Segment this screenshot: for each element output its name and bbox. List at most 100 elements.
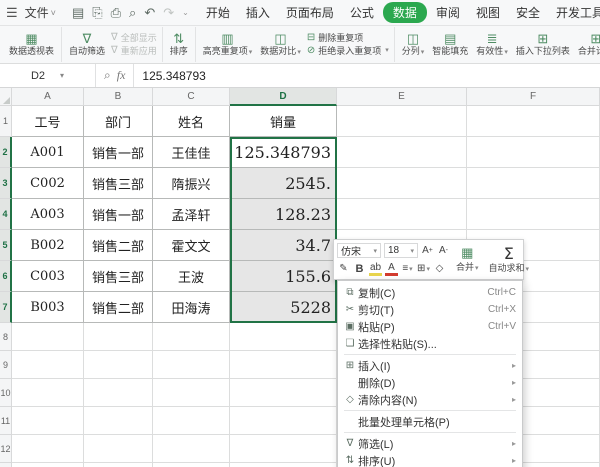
customize-caret-icon[interactable]: ⌄ bbox=[182, 8, 189, 17]
menu-item-清除内容[interactable]: ◇清除内容(N)▸ bbox=[338, 391, 522, 408]
row-header-1[interactable]: 1 bbox=[0, 106, 12, 137]
cell-D3[interactable]: 2545. bbox=[230, 168, 337, 199]
tab-数据[interactable]: 数据 bbox=[383, 2, 427, 23]
cell-D9[interactable] bbox=[230, 351, 337, 379]
cell-F1[interactable] bbox=[467, 106, 600, 137]
formula-input[interactable]: 125.348793 bbox=[134, 64, 600, 87]
cell-D2[interactable]: 125.348793 bbox=[230, 137, 337, 168]
menu-item-删除[interactable]: 删除(D)▸ bbox=[338, 374, 522, 391]
menu-item-排序[interactable]: ⇅排序(U)▸ bbox=[338, 452, 522, 467]
cell-E4[interactable] bbox=[337, 199, 467, 230]
select-all-corner[interactable] bbox=[0, 88, 12, 106]
cell-A4[interactable]: A003 bbox=[12, 199, 84, 230]
row-header-13[interactable]: 13 bbox=[0, 463, 12, 467]
menu-item-选择性粘贴[interactable]: ❏选择性粘贴(S)... bbox=[338, 335, 522, 352]
cell-A9[interactable] bbox=[12, 351, 84, 379]
row-header-12[interactable]: 12 bbox=[0, 435, 12, 463]
row-header-2[interactable]: 2 bbox=[0, 137, 12, 168]
hamburger-icon[interactable]: ☰ bbox=[6, 5, 18, 21]
increase-font-button[interactable]: A+ bbox=[421, 243, 434, 258]
undo-icon[interactable]: ↶ bbox=[144, 5, 155, 21]
data-compare-button[interactable]: ◫数据对比▾ bbox=[256, 27, 305, 62]
cell-C7[interactable]: 田海涛 bbox=[153, 292, 230, 323]
sort-button[interactable]: ⇅排序 bbox=[166, 27, 192, 62]
cell-B2[interactable]: 销售一部 bbox=[84, 137, 153, 168]
cell-B13[interactable] bbox=[84, 463, 153, 467]
cell-B6[interactable]: 销售三部 bbox=[84, 261, 153, 292]
cell-D11[interactable] bbox=[230, 407, 337, 435]
column-header-C[interactable]: C bbox=[153, 88, 230, 106]
bold-button[interactable]: B bbox=[353, 261, 366, 276]
cell-C8[interactable] bbox=[153, 323, 230, 351]
file-menu[interactable]: 文件 ˅ bbox=[21, 2, 60, 23]
column-header-D[interactable]: D bbox=[230, 88, 337, 106]
reject-duplicates-button[interactable]: ⊘拒绝录入重复项▾ bbox=[307, 45, 389, 57]
cell-D7[interactable]: 5228 bbox=[230, 292, 337, 323]
cell-B11[interactable] bbox=[84, 407, 153, 435]
smart-fill-button[interactable]: ▤智能填充 bbox=[428, 27, 472, 62]
cell-C5[interactable]: 霍文文 bbox=[153, 230, 230, 261]
save-icon[interactable]: ▤ bbox=[72, 5, 84, 21]
menu-item-复制[interactable]: ⧉复制(C)Ctrl+C bbox=[338, 284, 522, 301]
cell-B12[interactable] bbox=[84, 435, 153, 463]
cell-C9[interactable] bbox=[153, 351, 230, 379]
cell-A1[interactable]: 工号 bbox=[12, 106, 84, 137]
cell-A11[interactable] bbox=[12, 407, 84, 435]
tab-公式[interactable]: 公式 bbox=[343, 1, 381, 24]
cell-D1[interactable]: 销量 bbox=[230, 106, 337, 137]
row-header-4[interactable]: 4 bbox=[0, 199, 12, 230]
column-header-A[interactable]: A bbox=[12, 88, 84, 106]
cell-A12[interactable] bbox=[12, 435, 84, 463]
cell-A3[interactable]: C002 bbox=[12, 168, 84, 199]
tab-安全[interactable]: 安全 bbox=[509, 1, 547, 24]
cell-B10[interactable] bbox=[84, 379, 153, 407]
row-header-9[interactable]: 9 bbox=[0, 351, 12, 379]
highlight-color-button[interactable]: ab bbox=[369, 261, 382, 276]
cell-D6[interactable]: 155.6 bbox=[230, 261, 337, 292]
magnifier-icon[interactable]: ⌕ bbox=[104, 68, 111, 83]
cell-F2[interactable] bbox=[467, 137, 600, 168]
menu-item-插入[interactable]: ⊞插入(I)▸ bbox=[338, 357, 522, 374]
validation-button[interactable]: ≣有效性▾ bbox=[472, 27, 512, 62]
cell-C6[interactable]: 王波 bbox=[153, 261, 230, 292]
cell-C2[interactable]: 王佳佳 bbox=[153, 137, 230, 168]
cell-D5[interactable]: 34.7 bbox=[230, 230, 337, 261]
cell-E3[interactable] bbox=[337, 168, 467, 199]
cell-C1[interactable]: 姓名 bbox=[153, 106, 230, 137]
row-header-3[interactable]: 3 bbox=[0, 168, 12, 199]
row-header-7[interactable]: 7 bbox=[0, 292, 12, 323]
cell-C13[interactable] bbox=[153, 463, 230, 467]
cell-D4[interactable]: 128.23 bbox=[230, 199, 337, 230]
highlight-duplicates-button[interactable]: ▥高亮重复项▾ bbox=[199, 27, 257, 62]
borders-button[interactable]: ⊞▾ bbox=[417, 261, 430, 276]
print-preview-icon[interactable]: ⌕ bbox=[129, 5, 136, 21]
tab-插入[interactable]: 插入 bbox=[239, 1, 277, 24]
cell-A13[interactable] bbox=[12, 463, 84, 467]
name-box[interactable]: D2 ▾ bbox=[0, 64, 96, 87]
format-painter-icon[interactable]: ✎ bbox=[337, 261, 350, 276]
row-header-8[interactable]: 8 bbox=[0, 323, 12, 351]
dropdown-list-button[interactable]: ⊞插入下拉列表 bbox=[512, 27, 574, 62]
cell-B8[interactable] bbox=[84, 323, 153, 351]
export-icon[interactable]: ⎘ bbox=[92, 5, 102, 21]
cell-B4[interactable]: 销售一部 bbox=[84, 199, 153, 230]
font-size-select[interactable]: 18 ▾ bbox=[384, 243, 418, 258]
cell-C12[interactable] bbox=[153, 435, 230, 463]
cell-C4[interactable]: 孟泽轩 bbox=[153, 199, 230, 230]
cell-B3[interactable]: 销售三部 bbox=[84, 168, 153, 199]
column-header-F[interactable]: F bbox=[467, 88, 600, 106]
row-header-11[interactable]: 11 bbox=[0, 407, 12, 435]
menu-item-批量处理单元格[interactable]: 批量处理单元格(P) bbox=[338, 413, 522, 430]
tab-开发工具[interactable]: 开发工具 bbox=[549, 1, 600, 24]
cell-A6[interactable]: C003 bbox=[12, 261, 84, 292]
cell-D8[interactable] bbox=[230, 323, 337, 351]
fx-icon[interactable]: fx bbox=[117, 68, 126, 83]
cell-A5[interactable]: B002 bbox=[12, 230, 84, 261]
row-header-5[interactable]: 5 bbox=[0, 230, 12, 261]
cell-E2[interactable] bbox=[337, 137, 467, 168]
menu-item-筛选[interactable]: ∇筛选(L)▸ bbox=[338, 435, 522, 452]
merge-cells-button[interactable]: ▦ 合并▾ bbox=[452, 242, 483, 277]
text-to-columns-button[interactable]: ◫分列▾ bbox=[398, 27, 429, 62]
cell-C3[interactable]: 隋振兴 bbox=[153, 168, 230, 199]
remove-duplicates-button[interactable]: ⊟删除重复项 bbox=[307, 32, 389, 44]
